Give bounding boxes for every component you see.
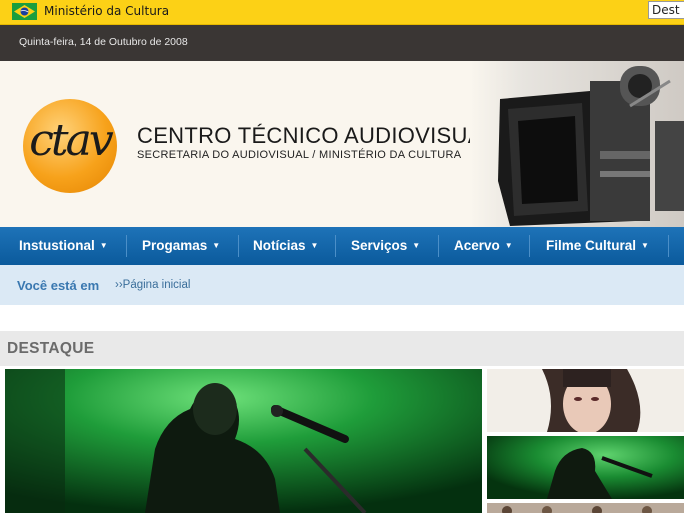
nav-item-filme-cultural[interactable]: Filme Cultural ▼ (546, 238, 649, 253)
caret-down-icon: ▼ (99, 241, 108, 250)
nav-divider (668, 235, 669, 257)
thumbnail-image[interactable] (487, 503, 684, 513)
nav-label: Instustional (19, 238, 95, 253)
nav-label: Filme Cultural (546, 238, 637, 253)
nav-label: Acervo (454, 238, 500, 253)
thumbnail-image[interactable] (487, 436, 684, 499)
site-title: CENTRO TÉCNICO AUDIOVISUAL (137, 123, 496, 148)
header-banner: ctav CENTRO TÉCNICO AUDIOVISUAL SECRETAR… (0, 61, 684, 227)
logo-text: ctav (29, 115, 113, 166)
ministry-link[interactable]: Ministério da Cultura (44, 4, 169, 18)
film-camera-image (470, 61, 684, 227)
breadcrumb-home-link[interactable]: ››Página inicial (115, 279, 190, 291)
site-subtitle: SECRETARIA DO AUDIOVISUAL / MINISTÉRIO D… (137, 149, 462, 161)
caret-down-icon: ▼ (641, 241, 649, 250)
gov-bar: Ministério da Cultura (0, 0, 684, 25)
current-date: Quinta-feira, 14 de Outubro de 2008 (19, 36, 188, 48)
main-nav: Instustional ▼ Progamas ▼ Notícias ▼ Serviç… (0, 227, 684, 265)
nav-label: Progamas (142, 238, 208, 253)
caret-down-icon: ▼ (212, 241, 221, 250)
nav-item-noticias[interactable]: Notícias ▼ (253, 238, 318, 253)
nav-label: Notícias (253, 238, 306, 253)
featured-image[interactable] (5, 369, 482, 513)
date-bar: Quinta-feira, 14 de Outubro de 2008 (0, 25, 684, 61)
ctav-logo[interactable]: ctav (23, 99, 117, 193)
caret-down-icon: ▼ (310, 241, 319, 250)
destaque-header: DESTAQUE (0, 331, 684, 366)
caret-down-icon: ▼ (412, 241, 421, 250)
nav-divider (438, 235, 439, 257)
destaque-title: DESTAQUE (7, 340, 95, 357)
nav-label: Serviços (351, 238, 408, 253)
nav-item-institucional[interactable]: Instustional ▼ (19, 238, 108, 253)
nav-item-acervo[interactable]: Acervo ▼ (454, 238, 513, 253)
nav-item-servicos[interactable]: Serviços ▼ (351, 238, 420, 253)
breadcrumb: Você está em ››Página inicial (0, 265, 684, 305)
breadcrumb-label: Você está em (17, 278, 100, 293)
brazil-flag-icon[interactable] (12, 3, 37, 20)
nav-divider (126, 235, 127, 257)
caret-down-icon: ▼ (504, 241, 513, 250)
nav-divider (529, 235, 530, 257)
thumbnail-image[interactable] (487, 369, 684, 432)
nav-item-programas[interactable]: Progamas ▼ (142, 238, 220, 253)
nav-divider (238, 235, 239, 257)
nav-divider (335, 235, 336, 257)
search-input[interactable] (648, 1, 684, 19)
